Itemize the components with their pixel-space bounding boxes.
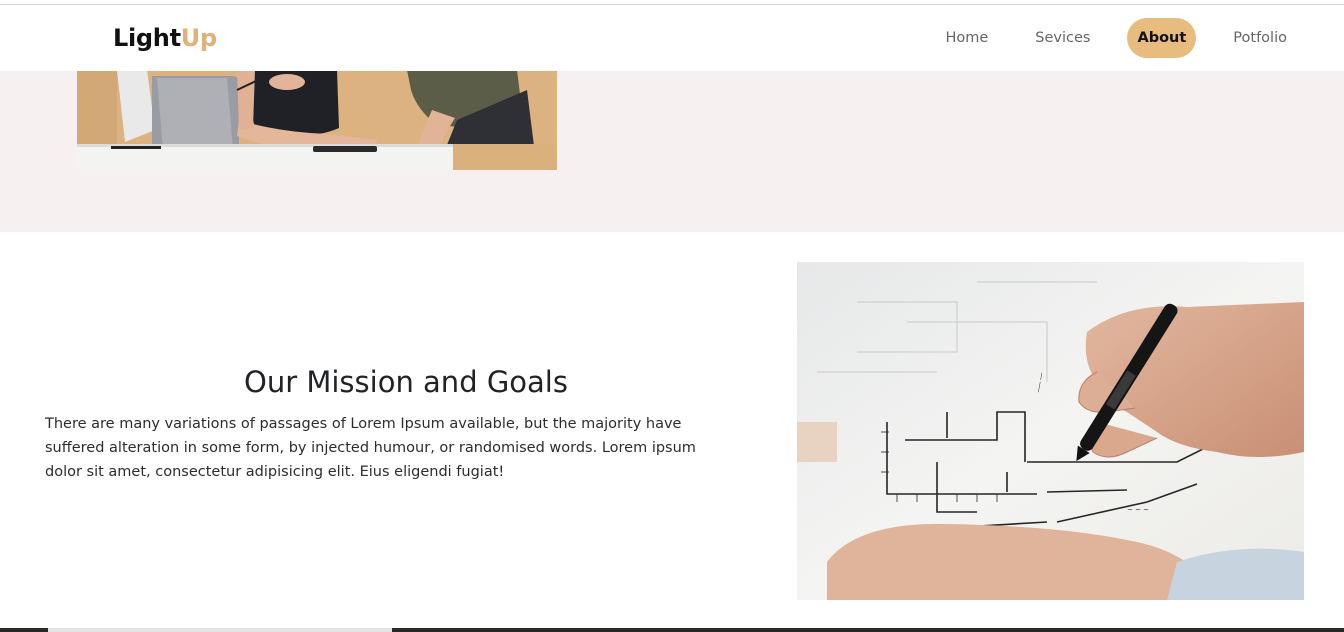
navbar: LightUp Home Sevices About Potfolio: [0, 6, 1344, 71]
nav-link-portfolio[interactable]: Potfolio: [1223, 18, 1297, 58]
nav-link-about[interactable]: About: [1127, 18, 1197, 58]
nav-link-services[interactable]: Sevices: [1025, 18, 1100, 58]
browser-top-edge: [0, 0, 1344, 5]
mission-title: Our Mission and Goals: [244, 365, 568, 399]
mission-text: There are many variations of passages of…: [45, 416, 696, 480]
nav-links: Home Sevices About Potfolio: [908, 18, 1297, 58]
footer-strip-light: [48, 628, 392, 632]
mission-section: Our Mission and Goals There are many var…: [0, 232, 1344, 628]
nav-link-home[interactable]: Home: [935, 18, 998, 58]
team-meeting-photo: [77, 70, 557, 170]
brand-logo-part2: Up: [180, 24, 217, 52]
brand-logo-part1: Light: [113, 24, 181, 52]
architect-drawing-photo: ___ __ ~ ~ ~ __ ___: [797, 262, 1304, 600]
brand-logo[interactable]: LightUp: [113, 24, 217, 52]
footer-strip: [0, 628, 1344, 632]
svg-text:~ ~ ~: ~ ~ ~: [1127, 506, 1149, 514]
team-meeting-illustration: [77, 70, 557, 170]
blueprint-illustration: ___ __ ~ ~ ~ __ ___: [797, 262, 1304, 600]
